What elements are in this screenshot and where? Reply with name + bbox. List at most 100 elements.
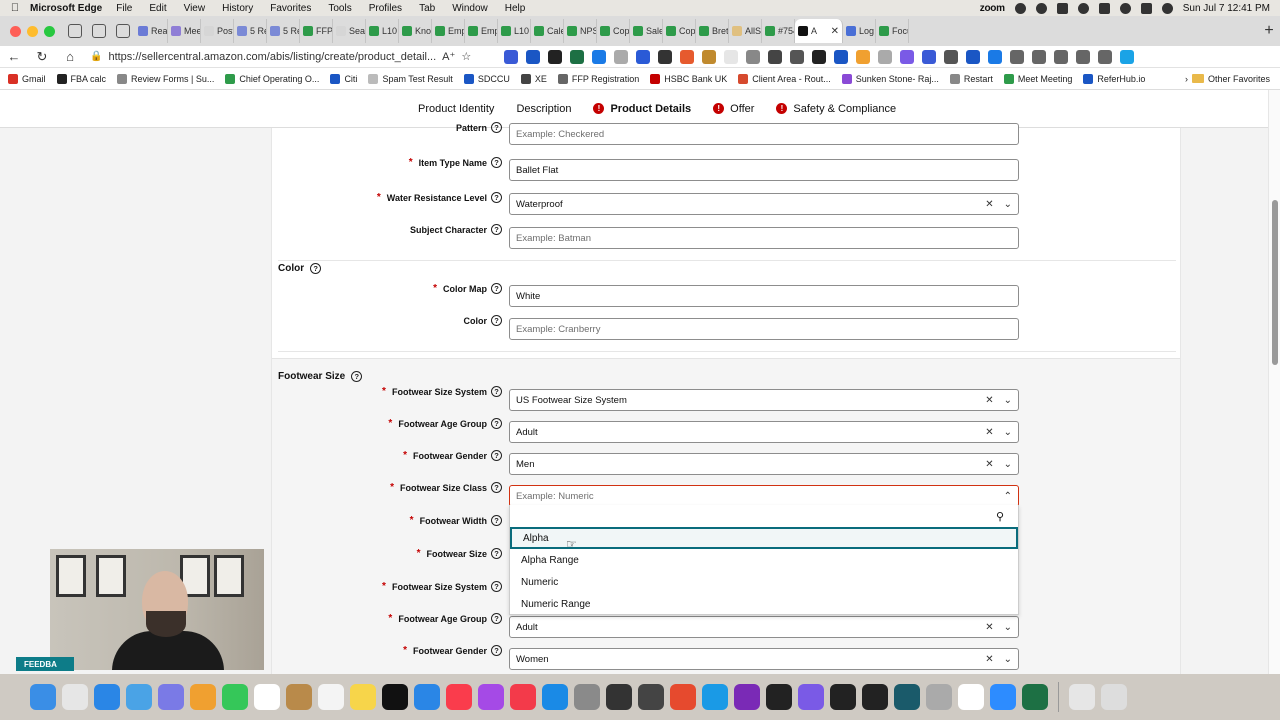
wifi-icon[interactable]: [1119, 2, 1131, 14]
bookmark-label[interactable]: Restart: [964, 74, 993, 84]
browser-tab[interactable]: Brett: [696, 19, 729, 43]
clear-icon[interactable]: ✕: [985, 459, 993, 470]
extension-icon[interactable]: [790, 49, 804, 64]
bookmark-item[interactable]: SDCCU: [463, 73, 510, 84]
clear-icon[interactable]: ✕: [985, 199, 993, 210]
bookmark-label[interactable]: Citi: [344, 74, 357, 84]
browser-tab[interactable]: Know: [399, 19, 432, 43]
help-icon[interactable]: ?: [491, 581, 502, 592]
extension-icon[interactable]: [526, 49, 540, 64]
help-icon[interactable]: ?: [491, 645, 502, 656]
extension-icon[interactable]: [570, 49, 584, 64]
browser-tab[interactable]: PostF: [201, 19, 234, 43]
mail-app-icon[interactable]: [126, 684, 152, 710]
profile-avatar-icon[interactable]: [1076, 49, 1090, 64]
option-label[interactable]: Alpha Range: [521, 555, 579, 566]
menu-window[interactable]: Window: [452, 3, 488, 14]
menu-file[interactable]: File: [116, 3, 132, 14]
waveform-app-icon[interactable]: [830, 684, 856, 710]
bookmark-item[interactable]: HSBC Bank UK: [650, 73, 727, 84]
preview-app-icon[interactable]: [926, 684, 952, 710]
clock[interactable]: Sun Jul 7 12:41 PM: [1183, 3, 1270, 14]
browser-tab[interactable]: Caler: [531, 19, 564, 43]
lock-icon[interactable]: 🔒: [90, 51, 102, 62]
bookmark-item[interactable]: Client Area - Rout...: [738, 73, 831, 84]
tab-label[interactable]: L10 S: [514, 26, 530, 36]
notes-app-icon[interactable]: [350, 684, 376, 710]
bookmark-item[interactable]: FFP Registration: [557, 73, 639, 84]
subject-character-field[interactable]: Example: Batman: [509, 227, 1019, 249]
maximize-window-button[interactable]: [44, 25, 55, 37]
music-app-icon[interactable]: [446, 684, 472, 710]
extension-icon[interactable]: [592, 49, 606, 64]
chevron-down-icon[interactable]: ⌄: [1004, 622, 1012, 633]
trash-app-icon[interactable]: [1101, 684, 1127, 710]
extension-icon[interactable]: [746, 49, 760, 64]
browser-tab[interactable]: Sales: [630, 19, 663, 43]
status-icon[interactable]: [1098, 2, 1110, 14]
safari-app-icon[interactable]: [94, 684, 120, 710]
calendar-app-icon[interactable]: [254, 684, 280, 710]
tab-label[interactable]: Offer: [730, 103, 754, 115]
extension-icon[interactable]: [900, 49, 914, 64]
search-icon[interactable]: ⚲: [996, 510, 1004, 523]
toolbox-app-icon[interactable]: [670, 684, 696, 710]
browser-tab[interactable]: Empl: [465, 19, 498, 43]
extension-icon[interactable]: [702, 49, 716, 64]
color-map-field[interactable]: White: [509, 285, 1019, 307]
excel-app-icon[interactable]: [1022, 684, 1048, 710]
tab-label[interactable]: 5 Re: [250, 26, 266, 36]
apple-menu-icon[interactable]: : [0, 2, 30, 14]
bookmark-item[interactable]: Gmail: [8, 73, 46, 84]
tab-label[interactable]: Empl: [481, 26, 497, 36]
tab-label[interactable]: Sales: [646, 26, 662, 36]
collections-icon[interactable]: [1054, 49, 1068, 64]
tab-label[interactable]: Read: [151, 26, 167, 36]
bookmark-label[interactable]: SDCCU: [478, 74, 510, 84]
downloads-app-icon[interactable]: [1069, 684, 1095, 710]
status-icon[interactable]: [1077, 2, 1089, 14]
new-tab-button[interactable]: +: [1258, 22, 1280, 40]
size-system-select[interactable]: US Footwear Size System ✕ ⌄: [509, 389, 1019, 411]
url-text[interactable]: https://sellercentral.amazon.com/abis/li…: [108, 51, 436, 63]
calculator-app-icon[interactable]: [606, 684, 632, 710]
bookmark-item[interactable]: Citi: [330, 73, 357, 84]
bookmark-item[interactable]: Restart: [949, 73, 993, 84]
chevron-down-icon[interactable]: ⌄: [1004, 459, 1012, 470]
extension-icon[interactable]: [878, 49, 892, 64]
bookmark-label[interactable]: FBA calc: [71, 74, 107, 84]
chevron-up-icon[interactable]: ⌃: [1004, 491, 1012, 502]
voicememo-app-icon[interactable]: [638, 684, 664, 710]
help-icon[interactable]: ?: [491, 386, 502, 397]
favorite-star-icon[interactable]: ☆: [461, 50, 471, 63]
browser-tab[interactable]: FFP I: [300, 19, 333, 43]
help-icon[interactable]: ?: [491, 613, 502, 624]
bookmark-label[interactable]: HSBC Bank UK: [664, 74, 727, 84]
menu-edit[interactable]: Edit: [149, 3, 166, 14]
tab-label[interactable]: Description: [516, 103, 571, 115]
browser-tab[interactable]: Copy: [663, 19, 696, 43]
help-icon[interactable]: ?: [491, 315, 502, 326]
age-group-select[interactable]: Adult ✕ ⌄: [509, 421, 1019, 443]
option-alpha[interactable]: Alpha: [510, 527, 1018, 549]
bookmark-label[interactable]: Client Area - Rout...: [752, 74, 831, 84]
tab-description[interactable]: Description: [516, 90, 571, 128]
app-name[interactable]: Microsoft Edge: [30, 3, 102, 14]
pattern-field[interactable]: Example: Checkered: [509, 123, 1019, 145]
feedback-button[interactable]: FEEDBA: [16, 657, 74, 671]
menu-favorites[interactable]: Favorites: [270, 3, 311, 14]
bookmark-label[interactable]: XE: [535, 74, 547, 84]
tab-label[interactable]: Searc: [349, 26, 365, 36]
bookmark-item[interactable]: Spam Test Result: [368, 73, 453, 84]
option-alpha-range[interactable]: Alpha Range: [510, 549, 1018, 571]
extension-icon[interactable]: [812, 49, 826, 64]
browser-tab[interactable]: Searc: [333, 19, 366, 43]
browser-tab[interactable]: #754: [762, 19, 795, 43]
chevron-down-icon[interactable]: ⌄: [1004, 199, 1012, 210]
finder-app-icon[interactable]: [30, 684, 56, 710]
other-favorites[interactable]: › Other Favorites: [1185, 74, 1270, 84]
tab-label[interactable]: Focu: [892, 26, 908, 36]
home-button[interactable]: ⌂: [56, 49, 84, 64]
menu-history[interactable]: History: [222, 3, 253, 14]
help-icon[interactable]: ?: [491, 224, 502, 235]
